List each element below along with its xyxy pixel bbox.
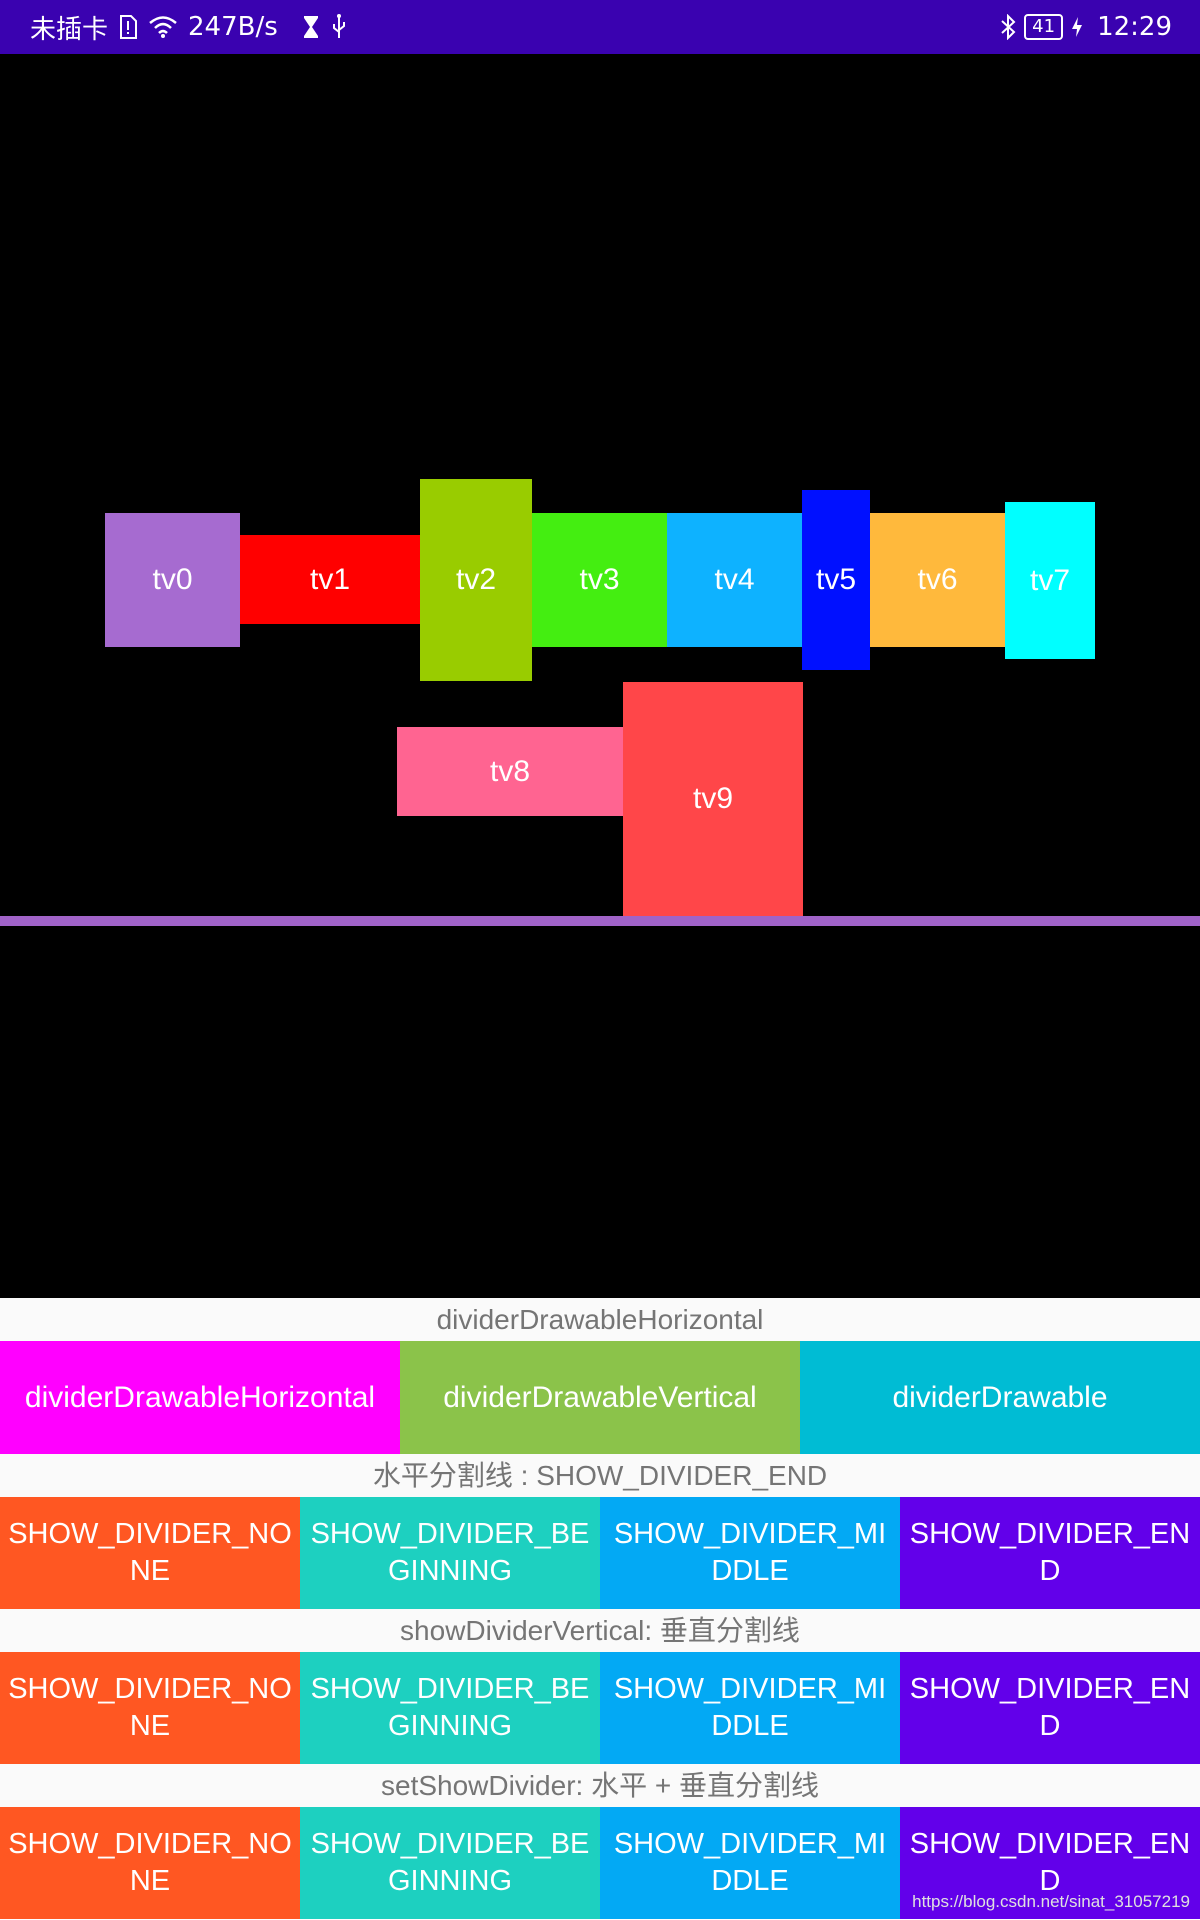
v-show-divider-none-button[interactable]: SHOW_DIVIDER_NONE [0, 1652, 300, 1764]
hourglass-icon [302, 15, 320, 39]
control-panel: dividerDrawableHorizontal dividerDrawabl… [0, 1298, 1200, 1920]
h-show-divider-beginning-button[interactable]: SHOW_DIVIDER_BEGINNING [300, 1497, 600, 1609]
horizontal-divider-row: SHOW_DIVIDER_NONE SHOW_DIVIDER_BEGINNING… [0, 1497, 1200, 1609]
tv0-label: tv0 [152, 563, 193, 596]
v-show-divider-beginning-button[interactable]: SHOW_DIVIDER_BEGINNING [300, 1652, 600, 1764]
tv1-item: tv1 [240, 535, 420, 624]
divider-drawable-button[interactable]: dividerDrawable [800, 1341, 1200, 1454]
status-bar-right: 41 12:29 [1000, 0, 1172, 54]
sim-alert-icon [118, 15, 138, 39]
watermark: https://blog.csdn.net/sinat_31057219 [912, 1892, 1190, 1911]
clock: 12:29 [1097, 12, 1172, 42]
drawable-button-row: dividerDrawableHorizontal dividerDrawabl… [0, 1341, 1200, 1454]
section-label-both: setShowDivider: 水平 + 垂直分割线 [0, 1764, 1200, 1807]
tv2-label: tv2 [455, 563, 497, 596]
flexbox-canvas: tv0 tv1 tv2 tv3 tv4 tv5 tv6 tv7 tv8 tv9 [0, 54, 1200, 1298]
battery-indicator: 41 [1024, 14, 1064, 40]
status-bar-left: 未插卡 247B/s [30, 0, 348, 54]
tv3-item: tv3 [532, 513, 667, 647]
tv0-item: tv0 [105, 513, 240, 647]
bluetooth-icon [1000, 14, 1016, 40]
b-show-divider-middle-button[interactable]: SHOW_DIVIDER_MIDDLE [600, 1807, 900, 1919]
b-show-divider-none-button[interactable]: SHOW_DIVIDER_NONE [0, 1807, 300, 1919]
tv9-item: tv9 [623, 682, 803, 916]
b-show-divider-beginning-button[interactable]: SHOW_DIVIDER_BEGINNING [300, 1807, 600, 1919]
charging-icon [1071, 16, 1083, 38]
tv3-label: tv3 [579, 563, 620, 596]
section-label-horizontal: 水平分割线 : SHOW_DIVIDER_END [0, 1454, 1200, 1497]
usb-icon [330, 14, 348, 40]
h-show-divider-none-button[interactable]: SHOW_DIVIDER_NONE [0, 1497, 300, 1609]
tv5-item: tv5 [802, 490, 870, 670]
section-label-vertical: showDividerVertical: 垂直分割线 [0, 1609, 1200, 1652]
tv7-item: tv7 [1005, 502, 1095, 659]
tv4-label: tv4 [714, 563, 755, 596]
tv8-item: tv8 [397, 727, 623, 816]
h-show-divider-end-button[interactable]: SHOW_DIVIDER_END [900, 1497, 1200, 1609]
tv5-label: tv5 [815, 563, 857, 596]
net-speed: 247B/s [188, 12, 278, 42]
h-show-divider-middle-button[interactable]: SHOW_DIVIDER_MIDDLE [600, 1497, 900, 1609]
tv2-item: tv2 [420, 479, 532, 681]
tv9-label: tv9 [692, 782, 734, 815]
divider-drawable-vertical-button[interactable]: dividerDrawableVertical [400, 1341, 800, 1454]
tv6-item: tv6 [870, 513, 1005, 647]
tv1-label: tv1 [309, 562, 351, 596]
section-label-drawable: dividerDrawableHorizontal [0, 1298, 1200, 1341]
wifi-icon [148, 15, 178, 39]
carrier-label: 未插卡 [30, 14, 109, 45]
tv8-label: tv8 [489, 754, 531, 788]
tv7-label: tv7 [1029, 563, 1071, 597]
vertical-divider-row: SHOW_DIVIDER_NONE SHOW_DIVIDER_BEGINNING… [0, 1652, 1200, 1764]
divider-drawable-horizontal-button[interactable]: dividerDrawableHorizontal [0, 1341, 400, 1454]
status-bar: 未插卡 247B/s 41 12:29 [0, 0, 1200, 54]
v-show-divider-middle-button[interactable]: SHOW_DIVIDER_MIDDLE [600, 1652, 900, 1764]
tv4-item: tv4 [667, 513, 802, 647]
tv6-label: tv6 [917, 563, 958, 596]
v-show-divider-end-button[interactable]: SHOW_DIVIDER_END [900, 1652, 1200, 1764]
divider-line [0, 916, 1200, 926]
